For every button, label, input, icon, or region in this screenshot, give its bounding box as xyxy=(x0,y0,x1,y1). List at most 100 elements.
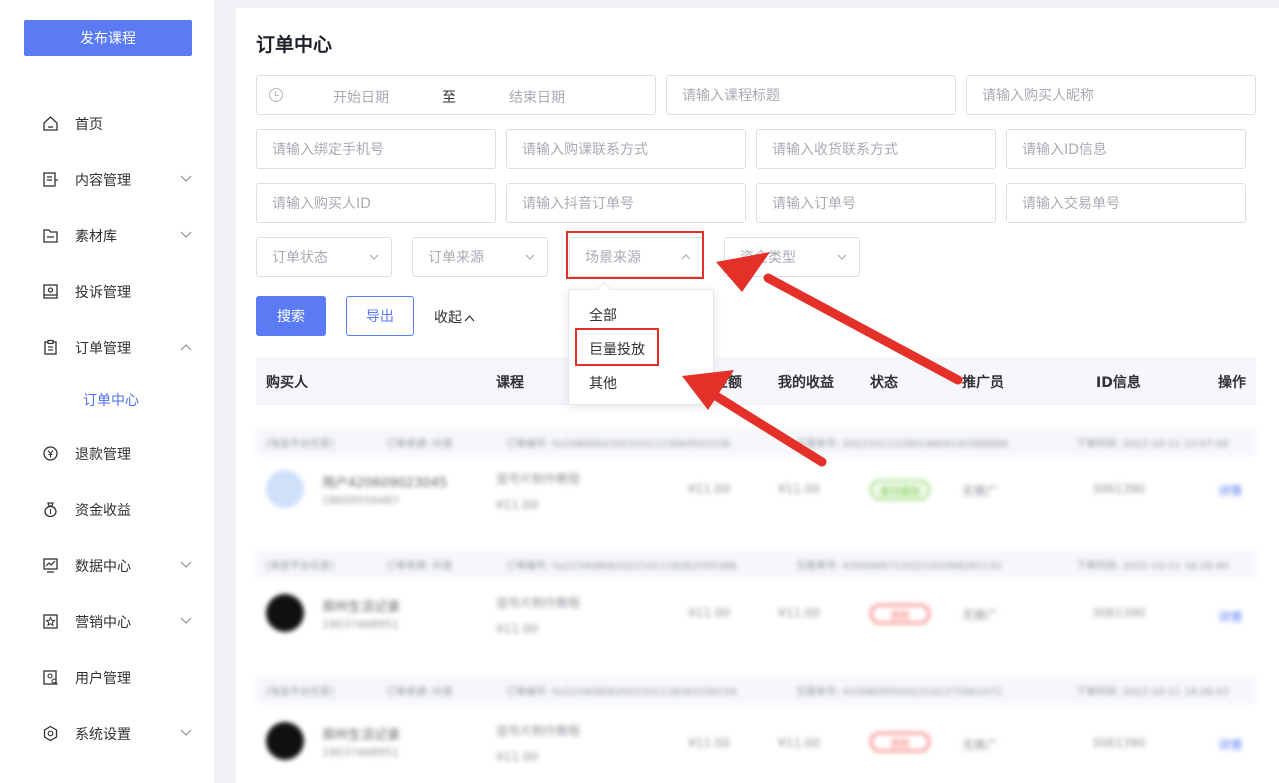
col-status: 状态 xyxy=(870,375,898,391)
row-meta-text: 订单编号: hx223408062022101118262555368 xyxy=(506,561,737,572)
chevron-down-icon xyxy=(180,175,192,182)
avatar xyxy=(266,594,304,632)
order-status-select[interactable]: 订单状态 xyxy=(256,237,392,277)
page-title: 订单中心 xyxy=(256,34,333,56)
star-icon xyxy=(43,614,58,629)
dropdown-option-all[interactable]: 全部 xyxy=(589,305,617,325)
promoter: 无推广 xyxy=(962,608,999,622)
course-name: 竖号片制作教程 xyxy=(496,724,581,738)
course-name: 竖号片制作教程 xyxy=(496,596,581,610)
income: ¥11.00 xyxy=(778,606,820,620)
bind-phone-input[interactable]: 请输入绑定手机号 xyxy=(256,129,496,169)
chevron-up-icon xyxy=(464,315,475,322)
order-no-input[interactable]: 请输入订单号 xyxy=(756,183,996,223)
row-meta-text: 订单来源: 抖音 xyxy=(386,439,453,450)
row-meta-text: 下单时间: 2022-10-11 23:07:00 xyxy=(1076,439,1229,450)
content-icon xyxy=(43,172,58,187)
publish-course-button[interactable]: 发布课程 xyxy=(24,20,192,56)
status-badge: 退款 xyxy=(870,732,930,752)
row-meta-text: 交易单号: 4339809552022101272961472 xyxy=(796,687,1002,698)
dropdown-option-other[interactable]: 其他 xyxy=(589,373,617,393)
sidebar-item-label: 退款管理 xyxy=(75,447,131,463)
buyer-id-input[interactable]: 请输入购买人ID xyxy=(256,183,496,223)
sidebar-item-data[interactable]: 数据中心 xyxy=(0,545,214,585)
collapse-label: 收起 xyxy=(434,310,462,326)
sidebar-item-complaint[interactable]: 投诉管理 xyxy=(0,271,214,311)
douyin-order-input[interactable]: 请输入抖音订单号 xyxy=(506,183,746,223)
ship-contact-input[interactable]: 请输入收货联系方式 xyxy=(756,129,996,169)
id-info-input[interactable]: 请输入ID信息 xyxy=(1006,129,1246,169)
sidebar-subitem-order-center[interactable]: 订单中心 xyxy=(0,379,214,419)
row-meta-text: [淘宝平台任意] xyxy=(266,687,334,698)
avatar xyxy=(266,722,304,760)
order-source-placeholder: 订单来源 xyxy=(428,250,484,266)
sidebar-item-refund[interactable]: 退款管理 xyxy=(0,433,214,473)
date-range-picker[interactable]: 开始日期 至 结束日期 xyxy=(256,75,656,115)
sidebar-item-label: 内容管理 xyxy=(75,173,131,189)
table-row: [淘宝平台任意] 订单来源: 抖音 订单编号: hx20609022023101… xyxy=(256,428,1256,538)
row-meta-text: 交易单号: 4350069712022101096261132 xyxy=(796,561,1002,572)
sidebar-item-users[interactable]: 用户管理 xyxy=(0,657,214,697)
detail-link[interactable]: 详情 xyxy=(1218,736,1242,753)
trade-no-input[interactable]: 请输入交易单号 xyxy=(1006,183,1246,223)
sidebar-item-settings[interactable]: 系统设置 xyxy=(0,713,214,753)
buyer-name: 用户420609023045 xyxy=(322,476,448,491)
sidebar-item-label: 投诉管理 xyxy=(75,285,131,301)
row-meta-text: 订单来源: 抖音 xyxy=(386,687,453,698)
row-meta-text: [淘宝平台任意] xyxy=(266,439,334,450)
detail-link[interactable]: 详情 xyxy=(1218,608,1242,625)
row-meta: [淘宝平台任意] 订单来源: 抖音 订单编号: hx22340806202210… xyxy=(256,676,1256,704)
row-meta-text: [淘宝平台任意] xyxy=(266,561,334,572)
fund-type-select[interactable]: 资金类型 xyxy=(724,237,860,277)
sidebar-item-order[interactable]: 订单管理 xyxy=(0,327,214,367)
course-price: ¥11.00 xyxy=(496,498,538,512)
main-panel: 订单中心 开始日期 至 结束日期 请输入课程标题 请输入购买人昵称 请输入绑定手… xyxy=(236,8,1279,783)
col-amount: 金额 xyxy=(714,375,742,391)
row-meta-text: 下单时间: 2022-10-11 18:26:43 xyxy=(1076,687,1229,698)
sidebar-item-material[interactable]: 素材库 xyxy=(0,215,214,255)
course-name: 竖号片制作教程 xyxy=(496,472,581,486)
sidebar-item-content[interactable]: 内容管理 xyxy=(0,159,214,199)
search-button[interactable]: 搜索 xyxy=(256,296,326,336)
sidebar: 发布课程 首页 内容管理 素材库 投诉管理 订单管理 订单中心 退款管理 资金收… xyxy=(0,0,214,783)
promoter: 无推广 xyxy=(962,484,999,498)
row-meta-text: 交易单号: 20221011229014604142588886 xyxy=(796,439,1008,450)
chevron-down-icon xyxy=(369,254,379,260)
amount: ¥11.00 xyxy=(688,482,730,496)
settings-icon xyxy=(43,725,58,742)
scene-source-dropdown: 全部 巨量投放 其他 xyxy=(568,281,714,405)
buyer-name: 郑州生活记录 xyxy=(322,728,401,743)
export-button[interactable]: 导出 xyxy=(346,296,414,336)
order-source-select[interactable]: 订单来源 xyxy=(412,237,548,277)
sidebar-item-label: 素材库 xyxy=(75,229,117,245)
chevron-down-icon xyxy=(180,617,192,624)
col-buyer: 购买人 xyxy=(266,375,308,391)
sidebar-item-funds[interactable]: 资金收益 xyxy=(0,489,214,529)
fund-type-placeholder: 资金类型 xyxy=(740,250,796,266)
home-icon xyxy=(43,116,58,131)
sidebar-item-home[interactable]: 首页 xyxy=(0,103,214,143)
detail-link[interactable]: 详情 xyxy=(1218,482,1242,499)
sidebar-item-label: 营销中心 xyxy=(75,615,131,631)
complaint-icon xyxy=(43,284,58,299)
course-price: ¥11.00 xyxy=(496,750,538,764)
row-meta-text: 订单编号: hx223408062022101118263150159 xyxy=(506,687,737,698)
chevron-down-icon xyxy=(180,561,192,568)
collapse-button[interactable]: 收起 xyxy=(434,307,475,327)
id-info-placeholder: 请输入ID信息 xyxy=(1022,142,1107,158)
moneybag-icon xyxy=(44,502,57,518)
amount: ¥11.00 xyxy=(688,606,730,620)
date-start-placeholder: 开始日期 xyxy=(333,90,389,106)
buy-contact-input[interactable]: 请输入购课联系方式 xyxy=(506,129,746,169)
row-meta-text: 订单编号: hx20609022023101123064501536 xyxy=(506,439,731,450)
sidebar-item-marketing[interactable]: 营销中心 xyxy=(0,601,214,641)
table-row: [淘宝平台任意] 订单来源: 抖音 订单编号: hx22340806202210… xyxy=(256,676,1256,782)
sidebar-subitem-label: 订单中心 xyxy=(83,393,139,409)
status-badge: 支付成功 xyxy=(870,480,930,500)
buyer-nickname-input[interactable]: 请输入购买人昵称 xyxy=(966,75,1256,115)
course-title-input[interactable]: 请输入课程标题 xyxy=(666,75,956,115)
dropdown-arrow xyxy=(596,281,612,297)
id-info: 3061390 xyxy=(1092,736,1146,750)
sidebar-item-label: 首页 xyxy=(75,117,103,133)
col-action: 操作 xyxy=(1218,375,1246,391)
